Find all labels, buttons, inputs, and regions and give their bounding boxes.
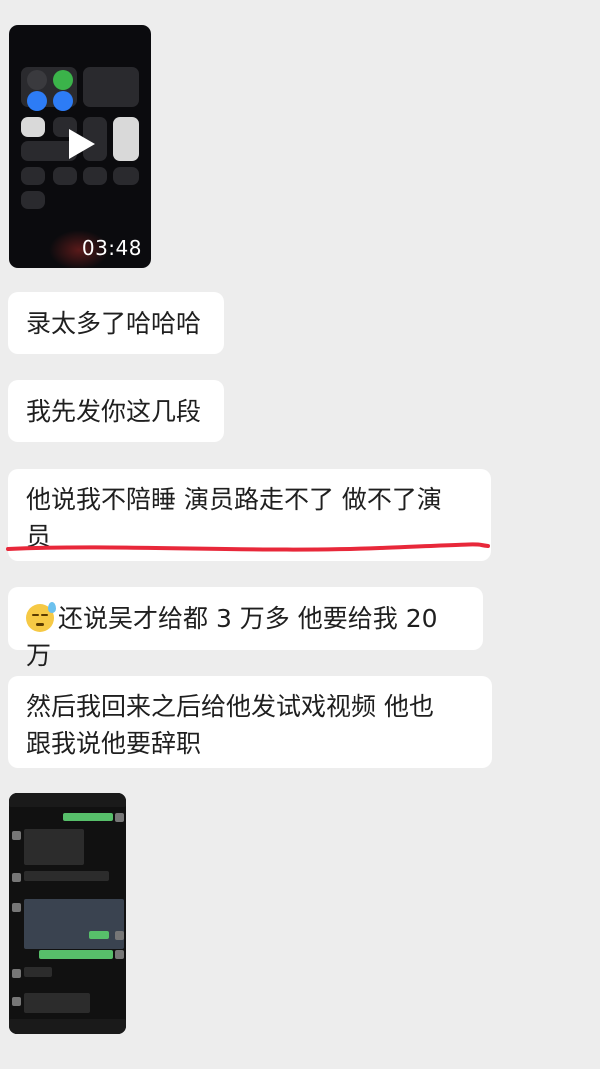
record-icon (113, 167, 139, 185)
mini-avatar (12, 831, 21, 840)
message-bubble[interactable]: 我先发你这几段 (8, 380, 224, 442)
mini-header (9, 793, 126, 807)
mini-avatar (12, 873, 21, 882)
message-bubble[interactable]: 然后我回来之后给他发试戏视频 他也 跟我说他要辞职 (8, 676, 492, 768)
message-text: 我先发你这几段 (26, 397, 202, 426)
mini-avatar (12, 903, 21, 912)
wifi-icon (27, 91, 47, 111)
mini-avatar (115, 950, 124, 959)
mini-sent-bubble (89, 931, 109, 939)
red-underline-annotation (6, 542, 490, 552)
mini-received-bubble (24, 993, 90, 1013)
music-tile (83, 67, 139, 107)
play-icon[interactable] (69, 129, 95, 159)
message-text: 还说吴才给都 3 万多 他要给我 20 万 (26, 604, 438, 670)
mini-input-bar (9, 1019, 126, 1034)
mini-avatar (12, 969, 21, 978)
mini-received-bubble (24, 871, 109, 881)
phone-status-bar (15, 31, 145, 39)
mini-avatar (115, 813, 124, 822)
airplane-icon (27, 70, 47, 90)
video-duration: 03:48 (81, 236, 142, 260)
message-text: 录太多了哈哈哈 (26, 309, 202, 338)
mini-sent-bubble (39, 950, 113, 959)
flashlight-icon (21, 167, 45, 185)
bluetooth-icon (53, 91, 73, 111)
message-bubble[interactable]: 还说吴才给都 3 万多 他要给我 20 万 (8, 587, 483, 670)
message-text-line: 然后我回来之后给他发试戏视频 他也 (26, 692, 434, 721)
mini-image (24, 899, 124, 949)
video-message-thumbnail[interactable]: 03:48 (9, 25, 151, 268)
mini-received-bubble (24, 829, 84, 865)
message-text-line: 他说我不陪睡 演员路走不了 做不了演 (26, 485, 442, 514)
calculator-icon (53, 167, 77, 185)
mini-sent-bubble (63, 813, 113, 821)
message-text-line: 跟我说他要辞职 (26, 729, 202, 758)
message-bubble[interactable]: 录太多了哈哈哈 (8, 292, 224, 354)
alarm-icon (21, 191, 45, 209)
mini-avatar (12, 997, 21, 1006)
chat-screenshot-image[interactable] (9, 793, 126, 1034)
mini-avatar (115, 931, 124, 940)
volume-slider (113, 117, 139, 161)
rotation-lock-icon (21, 117, 45, 137)
mini-received-bubble (24, 967, 52, 977)
sweat-face-emoji (26, 602, 56, 632)
camera-icon (83, 167, 107, 185)
cellular-icon (53, 70, 73, 90)
